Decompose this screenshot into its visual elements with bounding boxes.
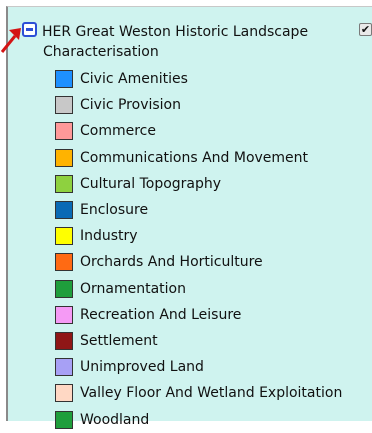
legend-label: Ornamentation (80, 280, 186, 297)
legend-item: Communications And Movement (55, 145, 342, 171)
legend-item: Ornamentation (55, 276, 342, 302)
legend-item: Cultural Topography (55, 171, 342, 197)
legend-item: Industry (55, 223, 342, 249)
layer-title-line2: Characterisation (43, 44, 159, 60)
legend-swatch (55, 358, 73, 377)
legend-swatch (55, 331, 73, 350)
layer-group-title[interactable]: HER Great Weston Historic Landscape Char… (42, 22, 332, 62)
legend-item: Settlement (55, 328, 342, 354)
legend-swatch (55, 201, 73, 220)
legend-label: Civic Provision (80, 97, 181, 114)
legend-label: Recreation And Leisure (80, 306, 242, 323)
red-arrow-icon (0, 28, 21, 53)
legend-item: Enclosure (55, 197, 342, 223)
legend-list: Civic Amenities Civic Provision Commerce Co… (55, 66, 342, 433)
legend-swatch (55, 227, 73, 246)
legend-item: Unimproved Land (55, 354, 342, 380)
legend-label: Unimproved Land (80, 359, 204, 376)
legend-swatch (55, 148, 73, 167)
legend-label: Cultural Topography (80, 175, 222, 192)
legend-swatch (55, 253, 73, 272)
legend-swatch (55, 279, 73, 298)
legend-swatch (55, 122, 73, 141)
legend-item: Commerce (55, 118, 342, 144)
legend-swatch (55, 305, 73, 324)
legend-swatch (55, 384, 73, 403)
legend-label: Commerce (80, 123, 156, 140)
legend-label: Settlement (80, 332, 158, 349)
legend-label: Communications And Movement (80, 149, 309, 166)
legend-item: Recreation And Leisure (55, 302, 342, 328)
legend-item: Woodland (55, 406, 342, 432)
layer-visibility-checkbox[interactable]: ✔ (359, 23, 372, 36)
legend-item: Civic Provision (55, 92, 342, 118)
layer-title-line1: HER Great Weston Historic Landscape (42, 24, 309, 40)
legend-label: Orchards And Horticulture (80, 254, 263, 271)
legend-swatch (55, 96, 73, 115)
legend-item: Orchards And Horticulture (55, 249, 342, 275)
legend-swatch (55, 174, 73, 193)
layer-tree-panel: HER Great Weston Historic Landscape Char… (6, 6, 372, 429)
legend-swatch (55, 410, 73, 429)
legend-label: Enclosure (80, 202, 149, 219)
legend-item: Civic Amenities (55, 66, 342, 92)
legend-swatch (55, 70, 73, 89)
legend-label: Civic Amenities (80, 71, 188, 88)
legend-label: Valley Floor And Wetland Exploitation (80, 385, 343, 402)
legend-label: Industry (80, 228, 138, 245)
legend-item: Valley Floor And Wetland Exploitation (55, 380, 342, 406)
legend-label: Woodland (80, 411, 150, 428)
